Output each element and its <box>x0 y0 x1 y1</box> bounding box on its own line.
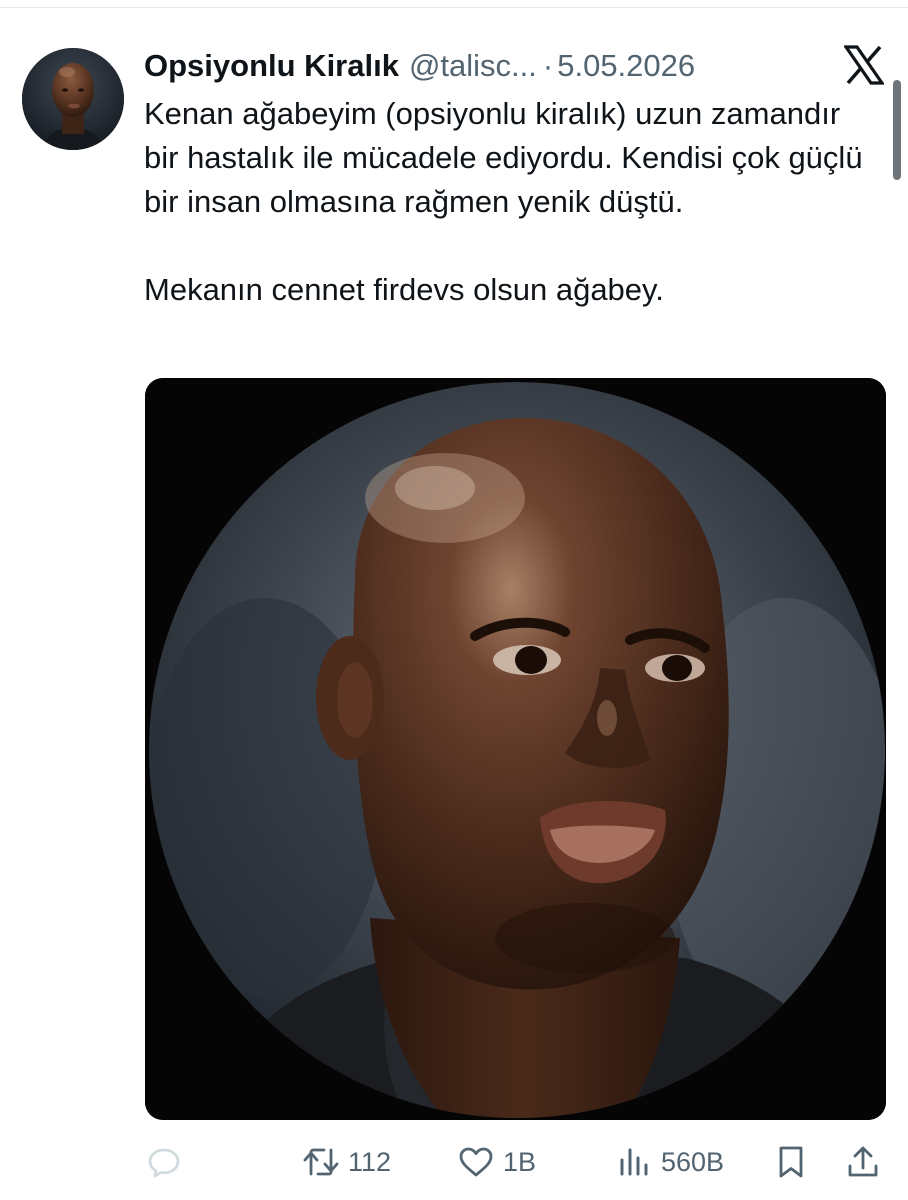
reply-icon <box>146 1144 182 1180</box>
retweet-button[interactable]: 112 <box>302 1136 391 1188</box>
bookmark-button[interactable] <box>774 1136 808 1188</box>
reply-button[interactable] <box>146 1136 182 1188</box>
retweet-icon <box>302 1144 340 1180</box>
avatar[interactable] <box>22 48 124 150</box>
avatar-photo <box>22 48 124 150</box>
tweet-actions-bar: 112 1B 560B <box>0 1136 908 1188</box>
x-logo-icon[interactable] <box>842 45 886 85</box>
tweet-header: Opsiyonlu Kiralık @talisc... · 5.05.2026 <box>144 44 695 88</box>
share-button[interactable] <box>846 1136 880 1188</box>
tweet-paragraph: Mekanın cennet firdevs olsun ağabey. <box>144 272 664 307</box>
views-button[interactable]: 560B <box>617 1136 724 1188</box>
scrollbar-thumb[interactable] <box>893 80 901 180</box>
bookmark-icon <box>774 1144 808 1180</box>
header-separator: · <box>542 48 554 83</box>
tweet-text: Kenan ağabeyim (opsiyonlu kiralık) uzun … <box>144 92 864 312</box>
tweet-media-image[interactable] <box>145 378 886 1120</box>
views-chart-icon <box>617 1144 653 1180</box>
tweet-paragraph: Kenan ağabeyim (opsiyonlu kiralık) uzun … <box>144 96 863 219</box>
top-divider <box>0 7 908 8</box>
heart-icon <box>457 1144 495 1180</box>
like-button[interactable]: 1B <box>457 1136 536 1188</box>
like-count: 1B <box>503 1146 537 1177</box>
tweet-date[interactable]: 5.05.2026 <box>557 48 695 84</box>
portrait-photo <box>145 378 886 1120</box>
user-handle[interactable]: @talisc... <box>409 48 537 84</box>
retweet-count: 112 <box>348 1146 392 1177</box>
share-icon <box>846 1144 880 1180</box>
views-count: 560B <box>661 1146 725 1177</box>
display-name[interactable]: Opsiyonlu Kiralık <box>144 48 399 84</box>
